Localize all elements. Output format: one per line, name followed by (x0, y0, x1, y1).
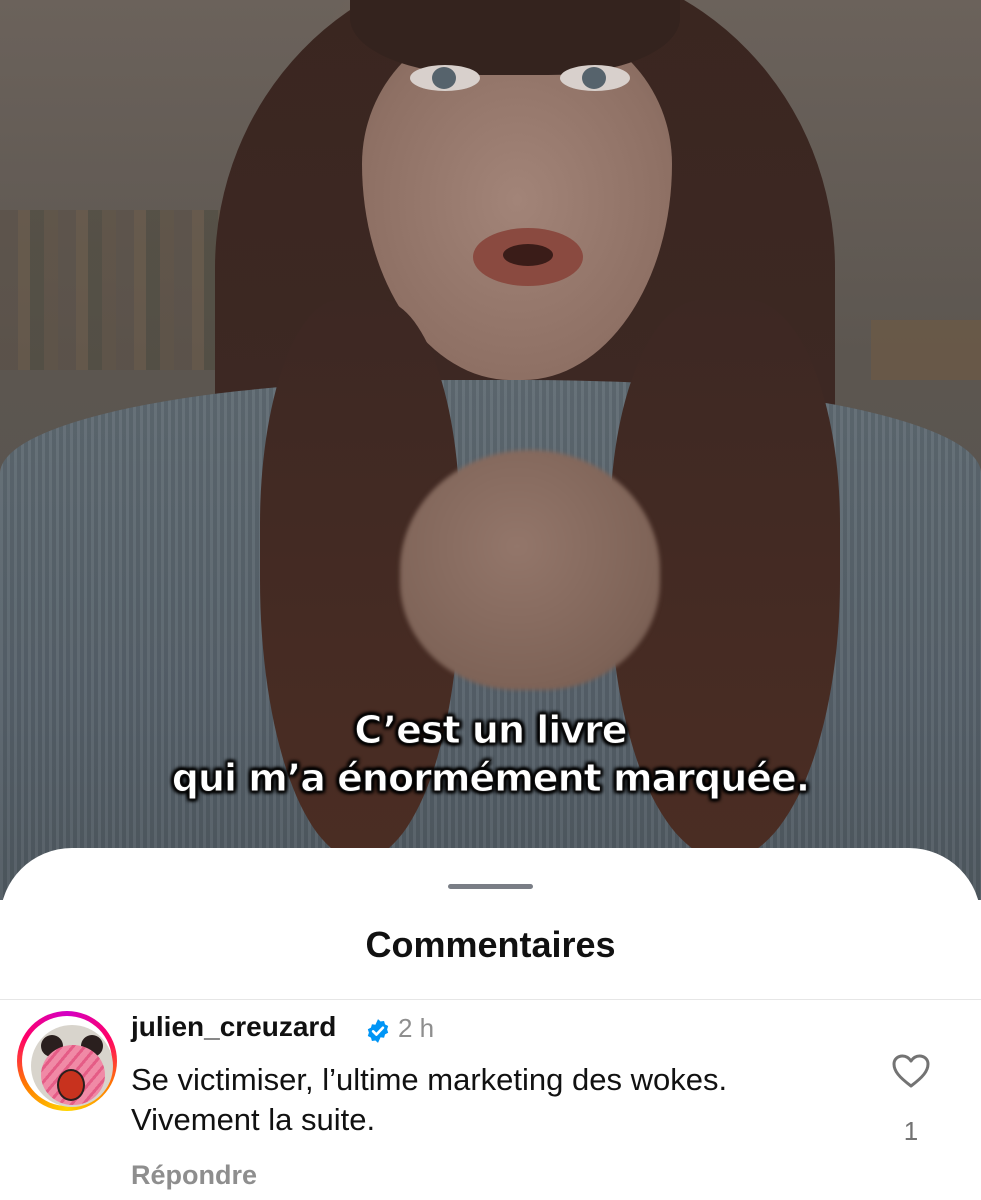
comment-text: Se victimiser, l’ultime marketing des wo… (131, 1060, 851, 1140)
person-eye-left (410, 65, 480, 91)
verified-badge-icon (367, 1019, 389, 1043)
comment-text-line-1: Se victimiser, l’ultime marketing des wo… (131, 1062, 728, 1097)
divider (0, 999, 981, 1000)
avatar-story-ring[interactable] (17, 1011, 117, 1111)
avatar (31, 1025, 113, 1107)
background-bookshelf (0, 210, 250, 370)
comment-username[interactable]: julien_creuzard (131, 1011, 336, 1043)
heart-outline-icon[interactable] (891, 1053, 931, 1089)
reel-video[interactable]: C’est un livre qui m’a énormément marqué… (0, 0, 981, 900)
comment-timestamp: 2 h (398, 1013, 435, 1043)
subtitle-line-2: qui m’a énormément marquée. (171, 756, 810, 801)
like-count: 1 (903, 1116, 919, 1146)
reply-button[interactable]: Répondre (131, 1160, 257, 1191)
person-eye-right (560, 65, 630, 91)
person-hand (400, 450, 660, 690)
sheet-drag-handle[interactable] (448, 884, 533, 889)
reel-comments-screen: C’est un livre qui m’a énormément marqué… (0, 0, 981, 1200)
comments-sheet: Commentaires julien_creuzard 2 h Se vict… (0, 848, 981, 1200)
avatar-snout (57, 1069, 85, 1101)
video-subtitle: C’est un livre qui m’a énormément marqué… (0, 706, 981, 802)
sheet-title: Commentaires (365, 924, 616, 965)
subtitle-line-1: C’est un livre (354, 708, 628, 753)
background-shelf (871, 320, 981, 380)
person-mouth (473, 228, 583, 286)
comment-text-line-2: Vivement la suite. (131, 1102, 376, 1137)
